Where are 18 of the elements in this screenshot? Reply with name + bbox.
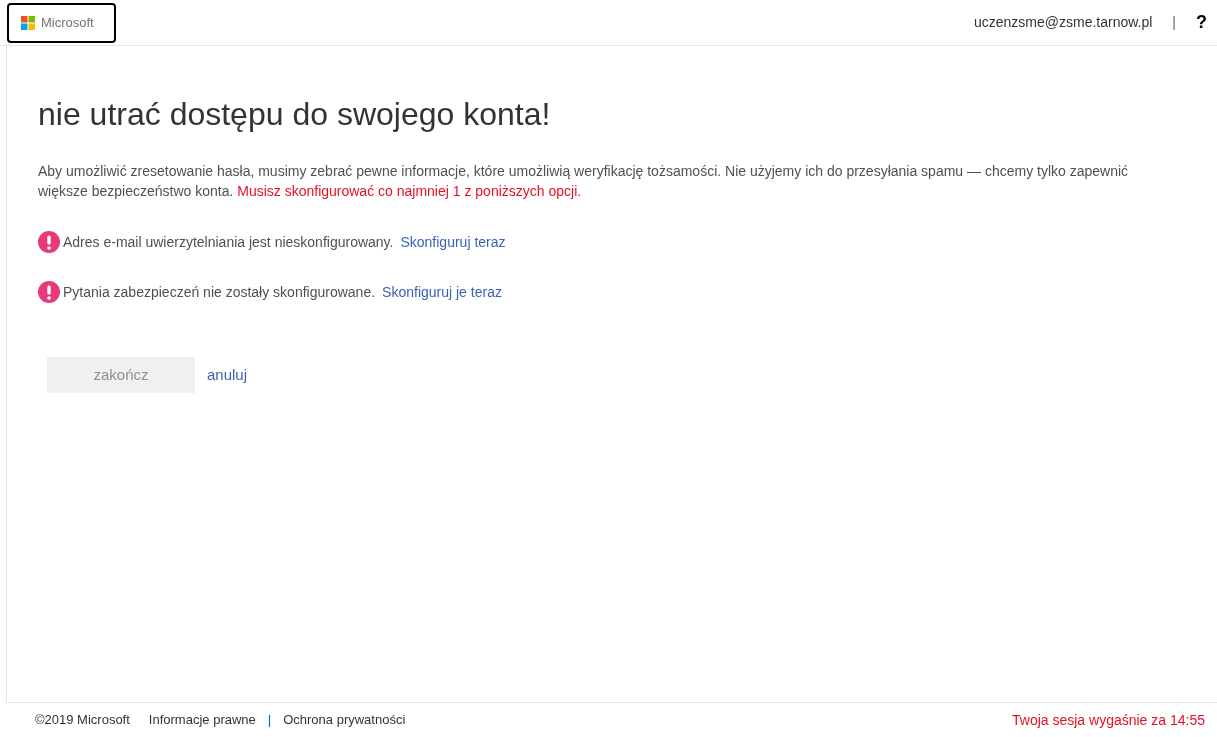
footer-link[interactable]: Ochrona prywatności	[283, 710, 406, 730]
windows-logo-icon	[21, 16, 35, 30]
help-icon[interactable]: ?	[1196, 9, 1207, 36]
account-email[interactable]: uczenzsme@zsme.tarnow.pl	[973, 12, 1153, 33]
footer-link[interactable]: Informacje prawne	[148, 710, 256, 730]
separator: |	[267, 711, 272, 730]
logo-text: Microsoft	[41, 14, 94, 33]
status-text: Pytania zabezpieczeń nie zostały skonfigurowane.	[63, 283, 376, 302]
configure-link[interactable]: Skonfiguruj teraz	[400, 232, 506, 253]
session-timer: Twoja sesja wygaśnie za 14:55	[1012, 710, 1205, 730]
intro-text: Aby umożliwić zresetowanie hasła, musimy zebrać pewne informacje, które umożliwią weryfikację tożsamości. Nie użyjemy ich do przesyłania spamu — chcemy tylko zapewnić większe bezpieczeństwo konta. Musisz skonfigurować co najmniej 1 z poniższych opcji.	[38, 162, 1130, 201]
copyright: ©2019 Microsoft	[35, 711, 130, 730]
status-text: Adres e-mail uwierzytelniania jest nieskonfigurowany.	[63, 233, 394, 252]
configure-link[interactable]: Skonfiguruj je teraz	[382, 282, 502, 303]
separator: |	[1172, 13, 1176, 32]
page-title: nie utrać dostępu do swojego konta!	[38, 95, 552, 134]
microsoft-logo[interactable]: Microsoft	[7, 3, 116, 43]
cancel-link[interactable]: anuluj	[207, 363, 248, 387]
